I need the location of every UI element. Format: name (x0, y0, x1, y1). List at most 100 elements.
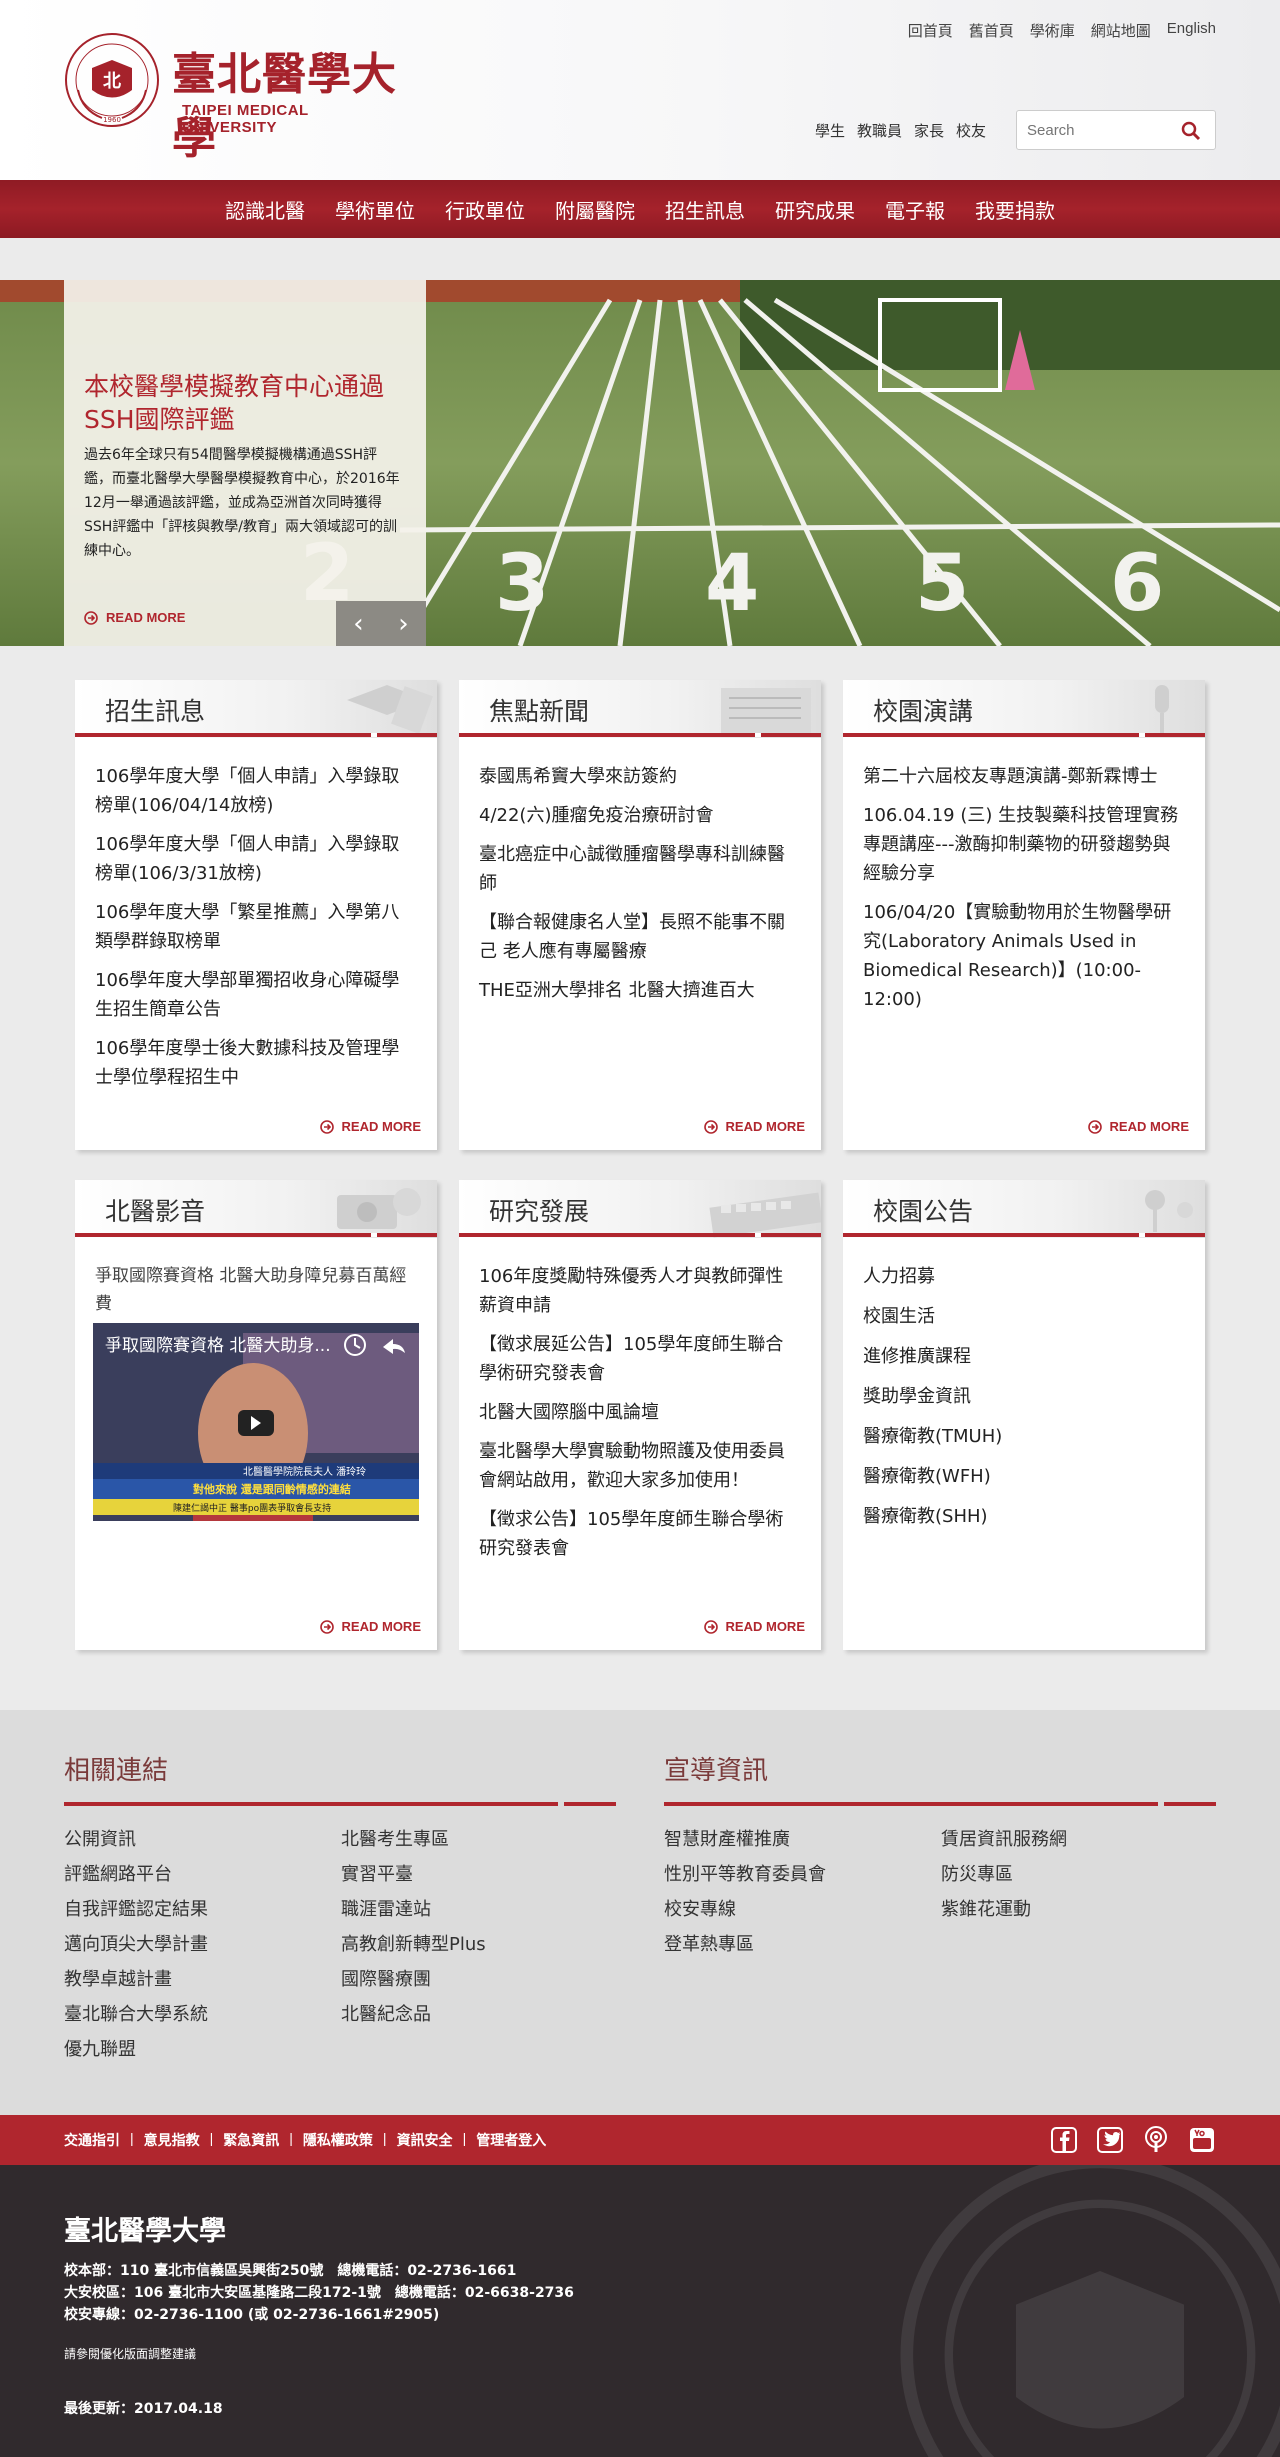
related-link[interactable]: 北醫考生專區 (341, 1822, 618, 1857)
related-link[interactable]: 公開資訊 (64, 1822, 341, 1857)
footer-suggestion-link[interactable]: 請參閱優化版面調整建議 (64, 2345, 196, 2362)
promo-link[interactable]: 性別平等教育委員會 (664, 1857, 941, 1892)
nav-about[interactable]: 認識北醫 (210, 195, 320, 224)
list-item[interactable]: 【聯合報健康名人堂】長照不能事不關己 老人應有專屬醫療 (479, 908, 801, 966)
list-item[interactable]: 獎助學金資訊 (863, 1382, 1185, 1411)
hero-title[interactable]: 本校醫學模擬教育中心通過SSH國際評鑑 (84, 370, 404, 436)
search-icon[interactable] (1181, 121, 1201, 141)
university-logo[interactable]: 北 1960 臺北醫學大學 TAIPEI MEDICAL UNIVERSITY (62, 30, 402, 164)
top-link-old-home[interactable]: 舊首頁 (969, 20, 1014, 41)
related-link[interactable]: 評鑑網路平台 (64, 1857, 341, 1892)
news-list: 泰國馬希竇大學來訪簽約 4/22(六)腫瘤免疫治療研討會 臺北癌症中心誠徵腫瘤醫… (459, 738, 821, 1005)
search-box (1016, 110, 1216, 150)
footer-last-updated: 最後更新：2017.04.18 (64, 2401, 223, 2417)
hero-next-button[interactable]: › (381, 601, 426, 646)
nav-donate[interactable]: 我要捐款 (960, 195, 1070, 224)
related-link[interactable]: 教學卓越計畫 (64, 1962, 341, 1997)
nav-research[interactable]: 研究成果 (760, 195, 870, 224)
list-item[interactable]: 人力招募 (863, 1262, 1185, 1291)
top-utility-links: 回首頁 舊首頁 學術庫 網站地圖 English (908, 20, 1216, 41)
youtube-icon[interactable] (1188, 2126, 1216, 2154)
podcast-icon[interactable] (1142, 2126, 1170, 2154)
read-more-link[interactable]: READ MORE (319, 1619, 421, 1634)
related-link[interactable]: 實習平臺 (341, 1857, 618, 1892)
list-item[interactable]: 106年度獎勵特殊優秀人才與教師彈性薪資申請 (479, 1262, 801, 1320)
related-link[interactable]: 國際醫療團 (341, 1962, 618, 1997)
nav-academic-units[interactable]: 學術單位 (320, 195, 430, 224)
list-item[interactable]: 第二十六屆校友專題演講-鄭新霖博士 (863, 762, 1185, 791)
list-item[interactable]: 醫療衛教(SHH) (863, 1502, 1185, 1531)
list-item[interactable]: 臺北醫學大學實驗動物照護及使用委員會網站啟用，歡迎大家多加使用！ (479, 1437, 801, 1495)
nav-hospitals[interactable]: 附屬醫院 (540, 195, 650, 224)
list-item[interactable]: THE亞洲大學排名 北醫大擠進百大 (479, 976, 801, 1005)
list-item[interactable]: 醫療衛教(TMUH) (863, 1422, 1185, 1451)
graduation-decoration (347, 685, 433, 734)
list-item[interactable]: 106/04/20【實驗動物用於生物醫學研究(Laboratory Animal… (863, 898, 1185, 1014)
footer-link-admin-login[interactable]: 管理者登入 (476, 2130, 546, 2150)
list-item[interactable]: 106學年度大學部單獨招收身心障礙學生招生簡章公告 (95, 966, 417, 1024)
hero-prev-button[interactable]: ‹ (336, 601, 381, 646)
footer-link-privacy[interactable]: 隱私權政策 (303, 2130, 373, 2150)
camera-decoration (337, 1188, 421, 1229)
list-item[interactable]: 臺北癌症中心誠徵腫瘤醫學專科訓練醫師 (479, 840, 801, 898)
card-title-underline (459, 733, 821, 737)
video-caption[interactable]: 爭取國際賽資格 北醫大助身障兒募百萬經費 (75, 1238, 437, 1318)
promo-link[interactable]: 校安專線 (664, 1892, 941, 1927)
hero-read-more[interactable]: READ MORE (84, 610, 185, 625)
list-item[interactable]: 北醫大國際腦中風論壇 (479, 1398, 801, 1427)
footer-link-feedback[interactable]: 意見指教 (144, 2130, 200, 2150)
list-item[interactable]: 106.04.19 (三) 生技製藥科技管理實務專題講座---激酶抑制藥物的研發… (863, 801, 1185, 888)
top-link-academic-repository[interactable]: 學術庫 (1030, 20, 1075, 41)
list-item[interactable]: 【徵求展延公告】105學年度師生聯合學術研究發表會 (479, 1330, 801, 1388)
promo-link[interactable]: 防災專區 (941, 1857, 1218, 1892)
list-item[interactable]: 106學年度大學「繁星推薦」入學第八類學群錄取榜單 (95, 898, 417, 956)
card-title-underline (843, 1233, 1205, 1237)
list-item[interactable]: 4/22(六)腫瘤免疫治療研討會 (479, 801, 801, 830)
read-more-link[interactable]: READ MORE (703, 1119, 805, 1134)
related-link[interactable]: 自我評鑑認定結果 (64, 1892, 341, 1927)
footer-separator: | (462, 2130, 467, 2146)
list-item[interactable]: 校園生活 (863, 1302, 1185, 1331)
list-item[interactable]: 106學年度學士後大數據科技及管理學士學位學程招生中 (95, 1034, 417, 1092)
nav-newsletter[interactable]: 電子報 (870, 195, 960, 224)
read-more-link[interactable]: READ MORE (703, 1619, 805, 1634)
top-link-sitemap[interactable]: 網站地圖 (1091, 20, 1151, 41)
list-item[interactable]: 醫療衛教(WFH) (863, 1462, 1185, 1491)
footer-link-emergency[interactable]: 緊急資訊 (223, 2130, 279, 2150)
related-link[interactable]: 臺北聯合大學系統 (64, 1997, 341, 2032)
read-more-link[interactable]: READ MORE (1087, 1119, 1189, 1134)
related-link[interactable]: 邁向頂尖大學計畫 (64, 1927, 341, 1962)
footer-link-security[interactable]: 資訊安全 (397, 2130, 453, 2150)
audience-link-students[interactable]: 學生 (815, 120, 845, 141)
related-link[interactable]: 北醫紀念品 (341, 1997, 618, 2032)
card-title-underline (843, 733, 1205, 737)
promo-link[interactable]: 登革熱專區 (664, 1927, 941, 1962)
promo-link[interactable]: 紫錐花運動 (941, 1892, 1218, 1927)
list-item[interactable]: 泰國馬希竇大學來訪簽約 (479, 762, 801, 791)
track-number-6: 6 (1110, 539, 1164, 629)
facebook-icon[interactable] (1050, 2126, 1078, 2154)
related-link[interactable]: 職涯雷達站 (341, 1892, 618, 1927)
list-item[interactable]: 106學年度大學「個人申請」入學錄取榜單(106/04/14放榜) (95, 762, 417, 820)
audience-link-staff[interactable]: 教職員 (857, 120, 902, 141)
search-input[interactable] (1027, 119, 1177, 141)
nav-admin-units[interactable]: 行政單位 (430, 195, 540, 224)
related-link[interactable]: 優九聯盟 (64, 2032, 341, 2067)
related-link[interactable]: 高教創新轉型Plus (341, 1927, 618, 1962)
read-more-link[interactable]: READ MORE (319, 1119, 421, 1134)
audience-link-parents[interactable]: 家長 (914, 120, 944, 141)
list-item[interactable]: 【徵求公告】105學年度師生聯合學術研究發表會 (479, 1505, 801, 1563)
twitter-icon[interactable] (1096, 2126, 1124, 2154)
footer-address-hotline: 校安專線：02-2736-1100 (或 02-2736-1661#2905) (64, 2307, 440, 2323)
read-more-label: READ MORE (725, 1619, 805, 1634)
list-item[interactable]: 進修推廣課程 (863, 1342, 1185, 1371)
nav-admissions[interactable]: 招生訊息 (650, 195, 760, 224)
promo-link[interactable]: 賃居資訊服務網 (941, 1822, 1218, 1857)
footer-link-traffic[interactable]: 交通指引 (64, 2130, 120, 2150)
audience-link-alumni[interactable]: 校友 (956, 120, 986, 141)
top-link-home[interactable]: 回首頁 (908, 20, 953, 41)
video-player[interactable]: 北醫醫學院院長夫人 潘玲玲 對他來說 還是跟同齡情感的連結 陳建仁謁中正 醫事p… (93, 1323, 419, 1521)
promo-link[interactable]: 智慧財產權推廣 (664, 1822, 941, 1857)
list-item[interactable]: 106學年度大學「個人申請」入學錄取榜單(106/3/31放榜) (95, 830, 417, 888)
top-link-english[interactable]: English (1167, 20, 1216, 41)
